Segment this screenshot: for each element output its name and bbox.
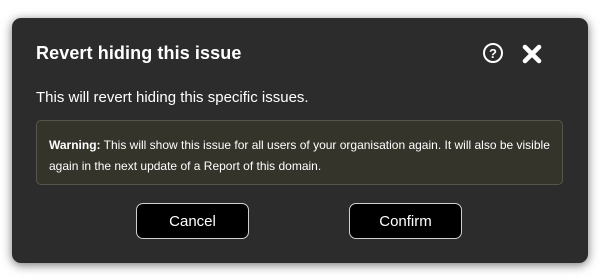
dialog-title: Revert hiding this issue <box>36 43 242 63</box>
revert-hiding-dialog: Revert hiding this issue ? This will rev… <box>12 18 588 263</box>
cancel-button[interactable]: Cancel <box>136 203 249 239</box>
confirm-button[interactable]: Confirm <box>349 203 462 239</box>
warning-label: Warning: <box>49 138 101 152</box>
dialog-message: This will revert hiding this specific is… <box>36 89 309 106</box>
warning-text: This will show this issue for all users … <box>49 138 550 173</box>
help-icon[interactable]: ? <box>483 43 503 63</box>
close-icon[interactable] <box>521 43 543 65</box>
warning-box: Warning: This will show this issue for a… <box>36 120 563 185</box>
